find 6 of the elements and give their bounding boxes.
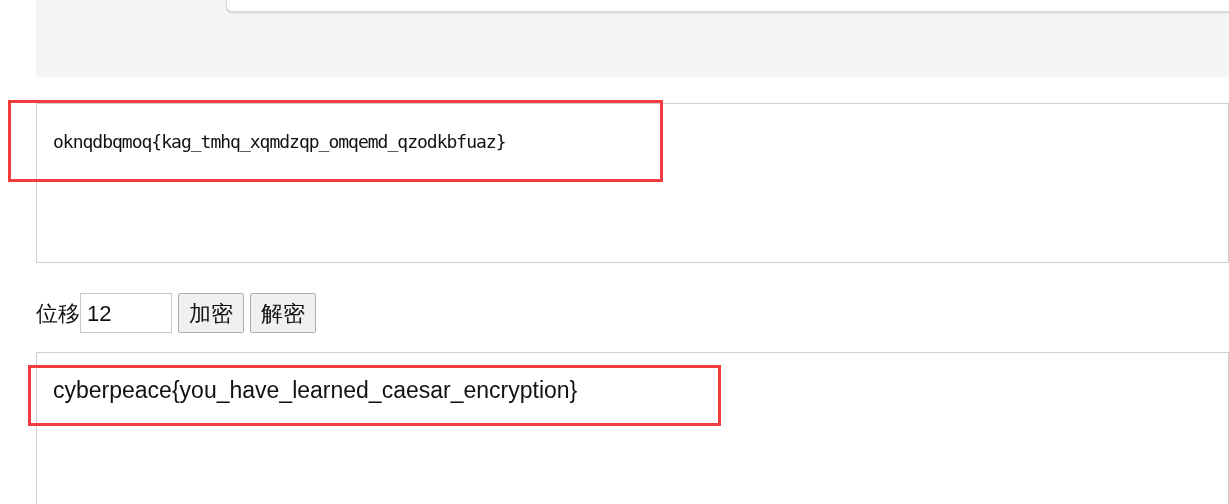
shift-label: 位移 bbox=[36, 299, 80, 328]
shift-input[interactable]: 12 bbox=[80, 293, 172, 333]
output-field[interactable]: cyberpeace{you_have_learned_caesar_encryption} bbox=[36, 352, 1229, 504]
input-field[interactable]: oknqdbqmoq{kag_tmhq_xqmdzqp_omqemd_qzodkbfuaz} bbox=[36, 103, 1229, 263]
decrypt-button[interactable]: 解密 bbox=[250, 293, 316, 333]
encrypt-button[interactable]: 加密 bbox=[178, 293, 244, 333]
